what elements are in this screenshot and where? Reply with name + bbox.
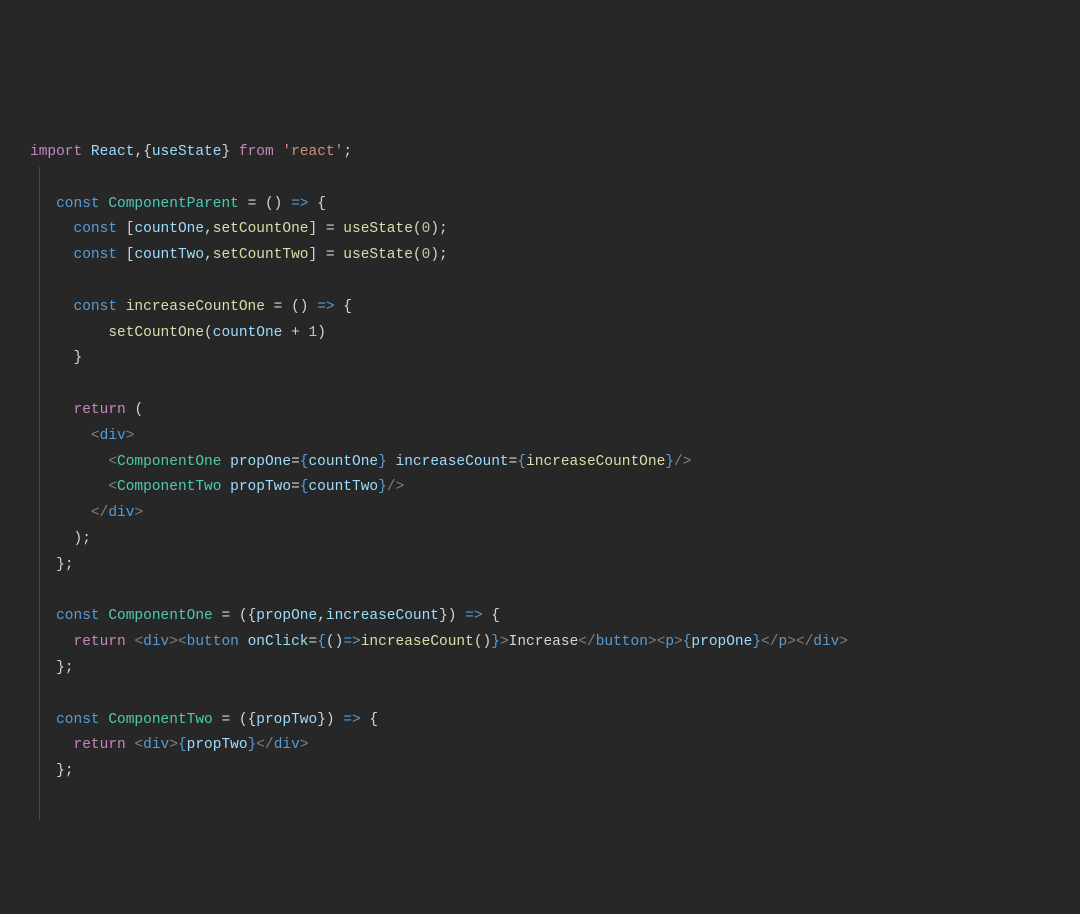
jsx-attr-increasecount: increaseCount — [396, 454, 509, 470]
identifier-setcountone: setCountOne — [213, 221, 309, 237]
jsx-text-increase: Increase — [509, 634, 579, 650]
identifier-proptwo: propTwo — [187, 737, 248, 753]
jsx-attr-onclick: onClick — [248, 634, 309, 650]
identifier-componentparent: ComponentParent — [108, 196, 239, 212]
identifier-increasecountone: increaseCountOne — [126, 299, 265, 315]
operator-plus: + — [291, 325, 300, 341]
identifier-increasecountone: increaseCountOne — [526, 454, 665, 470]
keyword-const: const — [56, 196, 100, 212]
identifier-usestate: useState — [152, 144, 222, 160]
code-editor[interactable]: import React,{useState} from 'react'; co… — [30, 140, 1050, 785]
jsx-attr-proptwo: propTwo — [230, 479, 291, 495]
jsx-tag-button: button — [187, 634, 239, 650]
keyword-const: const — [74, 221, 118, 237]
identifier-propone: propOne — [691, 634, 752, 650]
indent-guide — [39, 167, 40, 820]
identifier-countone: countOne — [134, 221, 204, 237]
identifier-setcountone-call: setCountOne — [108, 325, 204, 341]
jsx-attr-propone: propOne — [230, 454, 291, 470]
identifier-usestate-call: useState — [343, 247, 413, 263]
jsx-tag-div: div — [143, 634, 169, 650]
keyword-const: const — [56, 712, 100, 728]
jsx-tag-div: div — [100, 428, 126, 444]
keyword-from: from — [239, 144, 274, 160]
string-react: 'react' — [282, 144, 343, 160]
identifier-counttwo: countTwo — [308, 479, 378, 495]
jsx-tag-div-close: div — [108, 505, 134, 521]
keyword-return: return — [74, 402, 126, 418]
jsx-tag-componenttwo: ComponentTwo — [117, 479, 221, 495]
jsx-tag-button-close: button — [596, 634, 648, 650]
identifier-usestate-call: useState — [343, 221, 413, 237]
identifier-componentone: ComponentOne — [108, 608, 212, 624]
jsx-tag-div-close: div — [813, 634, 839, 650]
code-content[interactable]: import React,{useState} from 'react'; co… — [30, 140, 1050, 785]
keyword-import: import — [30, 144, 82, 160]
arrow-operator: => — [317, 299, 334, 315]
arrow-operator: => — [291, 196, 308, 212]
keyword-const: const — [74, 299, 118, 315]
identifier-setcounttwo: setCountTwo — [213, 247, 309, 263]
identifier-propone: propOne — [256, 608, 317, 624]
arrow-operator: => — [343, 712, 360, 728]
identifier-increasecount: increaseCount — [326, 608, 439, 624]
identifier-countone: countOne — [308, 454, 378, 470]
keyword-const: const — [56, 608, 100, 624]
identifier-proptwo: propTwo — [256, 712, 317, 728]
jsx-tag-div-close: div — [274, 737, 300, 753]
identifier-componenttwo: ComponentTwo — [108, 712, 212, 728]
identifier-countone: countOne — [213, 325, 283, 341]
jsx-tag-div: div — [143, 737, 169, 753]
literal-one: 1 — [308, 325, 317, 341]
jsx-tag-componentone: ComponentOne — [117, 454, 221, 470]
identifier-react: React — [91, 144, 135, 160]
jsx-tag-p-close: p — [778, 634, 787, 650]
keyword-return: return — [74, 737, 126, 753]
keyword-const: const — [74, 247, 118, 263]
jsx-tag-p: p — [665, 634, 674, 650]
identifier-counttwo: countTwo — [134, 247, 204, 263]
keyword-return: return — [74, 634, 126, 650]
arrow-operator: => — [465, 608, 482, 624]
identifier-increasecount-call: increaseCount — [361, 634, 474, 650]
